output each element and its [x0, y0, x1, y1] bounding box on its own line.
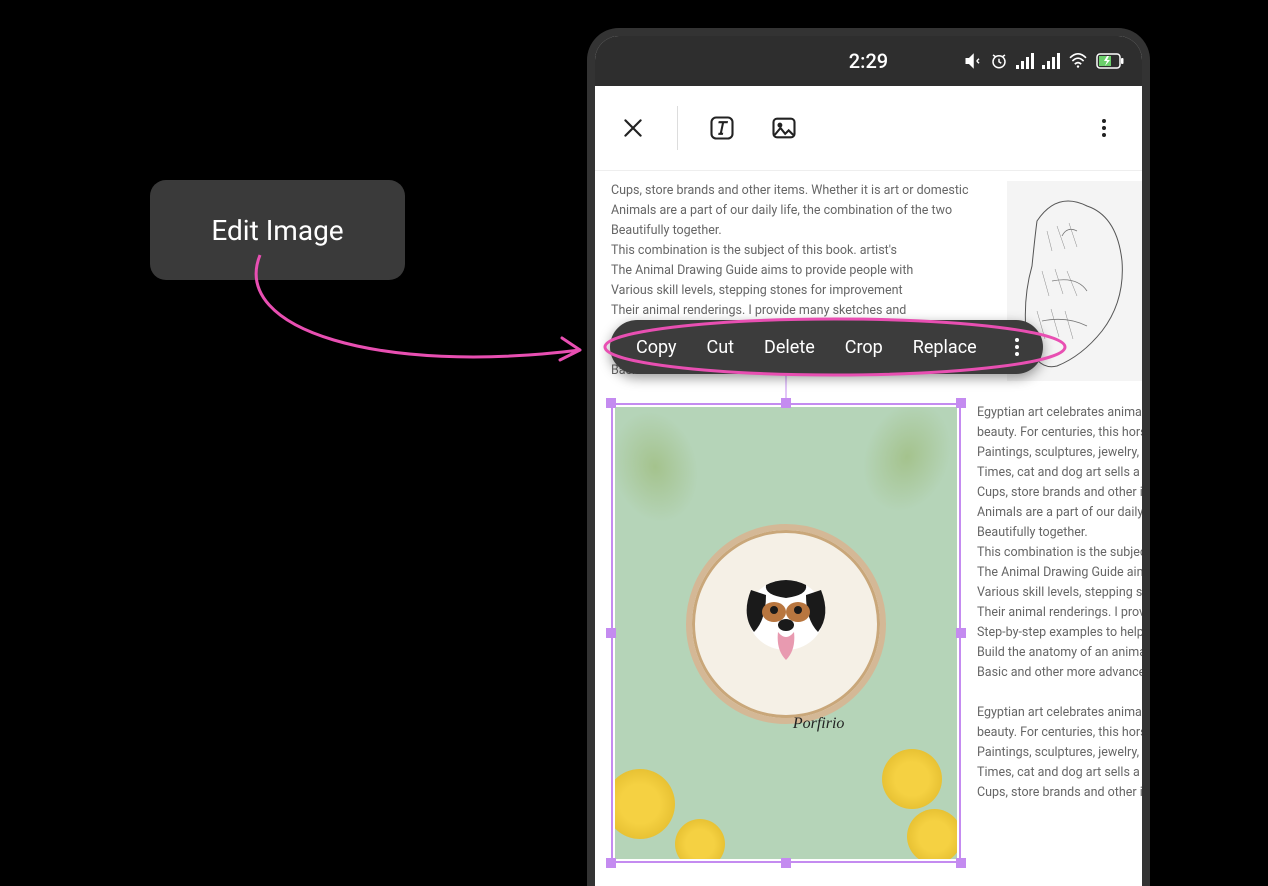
document-text-line: Various skill levels, stepping stones fo… [611, 281, 991, 301]
wifi-icon [1068, 53, 1088, 69]
edit-image-annotation-text: Edit Image [211, 214, 343, 247]
document-text-line: The Animal Drawing Guide aims to provide… [611, 261, 991, 281]
context-crop[interactable]: Crop [845, 337, 883, 358]
document-text-right[interactable]: Egyptian art celebrates animalbeauty. Fo… [977, 403, 1142, 863]
context-more-button[interactable] [1011, 334, 1023, 360]
document-body[interactable]: Cups, store brands and other items. Whet… [595, 171, 1142, 886]
mute-icon [964, 52, 982, 70]
selected-image[interactable]: Porfirio [615, 407, 957, 859]
document-text-line: Their animal renderings. I prov [977, 603, 1142, 623]
image-caption: Porfirio [793, 714, 845, 734]
document-text-line: beauty. For centuries, this hors [977, 423, 1142, 443]
text-format-button[interactable] [698, 104, 746, 152]
document-text-line: Times, cat and dog art sells a lo [977, 463, 1142, 483]
document-text-line: Paintings, sculptures, jewelry, a [977, 443, 1142, 463]
selected-image-frame[interactable]: Porfirio [611, 403, 961, 863]
context-cut[interactable]: Cut [707, 337, 735, 358]
document-text-line: Animals are a part of our daily l [977, 503, 1142, 523]
flower-decor [907, 809, 957, 859]
document-text-line: Build the anatomy of an anima [977, 643, 1142, 663]
status-bar: 2:29 [595, 36, 1142, 86]
image-context-menu: Copy Cut Delete Crop Replace [610, 320, 1043, 374]
resize-handle-tr[interactable] [956, 398, 966, 408]
resize-handle-mr[interactable] [956, 628, 966, 638]
status-time: 2:29 [783, 49, 953, 73]
resize-handle-ml[interactable] [606, 628, 616, 638]
battery-icon [1096, 53, 1124, 69]
phone-frame: 2:29 Cups [595, 36, 1142, 886]
document-text-line: beauty. For centuries, this hors [977, 723, 1142, 743]
document-text-line: Times, cat and dog art sells a lo [977, 763, 1142, 783]
resize-handle-tm[interactable] [781, 398, 791, 408]
resize-handle-br[interactable] [956, 858, 966, 868]
flower-decor [615, 769, 675, 839]
greenery-decor [615, 407, 734, 560]
document-text-line: Cups, store brands and other items. Whet… [611, 181, 991, 201]
document-text-line: Beautifully together. [611, 221, 991, 241]
document-text-line: Various skill levels, stepping st [977, 583, 1142, 603]
resize-handle-tl[interactable] [606, 398, 616, 408]
embroidery-hoop [686, 524, 886, 724]
edit-image-annotation: Edit Image [150, 180, 405, 280]
image-icon [770, 114, 798, 142]
document-text-line: This combination is the subject of this … [611, 241, 991, 261]
flower-decor [882, 749, 942, 809]
document-text-line: Animals are a part of our daily life, th… [611, 201, 991, 221]
document-text-line: Egyptian art celebrates animal [977, 703, 1142, 723]
resize-handle-bl[interactable] [606, 858, 616, 868]
document-text-line: Cups, store brands and other it [977, 783, 1142, 803]
greenery-decor [823, 407, 957, 553]
document-text-line: Step-by-step examples to help [977, 623, 1142, 643]
more-vert-icon [1092, 116, 1116, 140]
overflow-button[interactable] [1080, 104, 1128, 152]
close-icon [620, 115, 646, 141]
document-text-line: Cups, store brands and other it [977, 483, 1142, 503]
signal-icon-2 [1042, 53, 1060, 69]
document-text-line: Their animal renderings. I provide many … [611, 301, 991, 321]
toolbar-divider [677, 106, 678, 150]
document-text-line: The Animal Drawing Guide aims [977, 563, 1142, 583]
document-text-line: This combination is the subjec [977, 543, 1142, 563]
context-replace[interactable]: Replace [913, 337, 977, 358]
document-text-line: Beautifully together. [977, 523, 1142, 543]
close-button[interactable] [609, 104, 657, 152]
insert-image-button[interactable] [760, 104, 808, 152]
dog-illustration [736, 570, 836, 660]
context-delete[interactable]: Delete [764, 337, 815, 358]
flower-decor [675, 819, 725, 859]
text-format-icon [708, 114, 736, 142]
resize-handle-bm[interactable] [781, 858, 791, 868]
alarm-icon [990, 52, 1008, 70]
document-text-line: Paintings, sculptures, jewelry, a [977, 743, 1142, 763]
signal-icon-1 [1016, 53, 1034, 69]
document-text-line: Basic and other more advanced [977, 663, 1142, 683]
editor-toolbar [595, 86, 1142, 171]
context-copy[interactable]: Copy [636, 337, 677, 358]
document-text-line: Egyptian art celebrates animal [977, 403, 1142, 423]
status-icons [954, 52, 1124, 70]
